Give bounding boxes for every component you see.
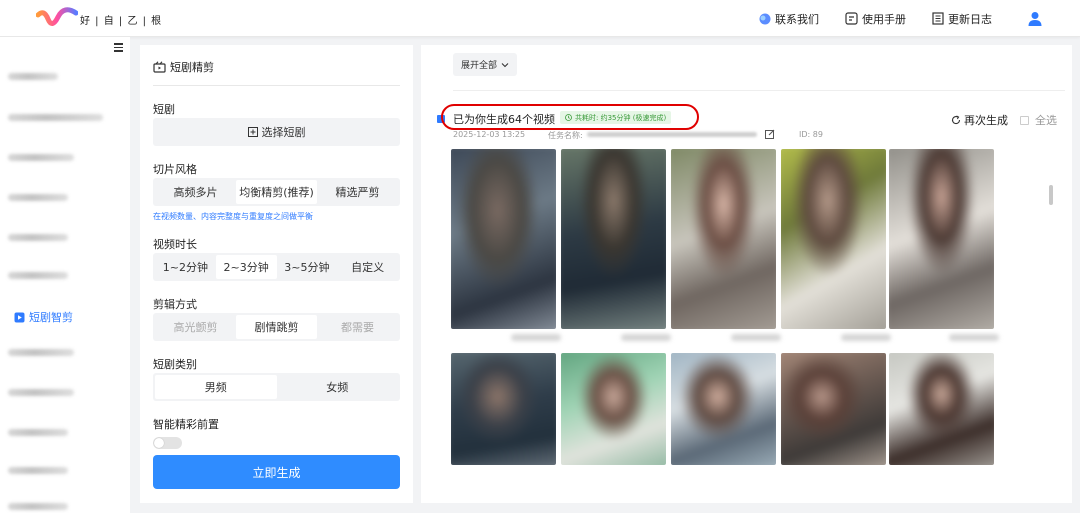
top-bar: 好 | 自 | 乙 | 根 联系我们 使用手册 更新日志 [0,0,1080,37]
sidebar-item-drama-smart-cut[interactable]: 短剧智剪 [14,309,73,325]
user-icon[interactable] [1028,11,1042,26]
select-drama-label: 选择短剧 [261,126,306,139]
top-nav: 联系我们 使用手册 更新日志 [733,0,1042,37]
select-all-label: 全选 [1035,114,1057,127]
duration-option-custom[interactable]: 自定义 [337,255,398,279]
style-option-balanced[interactable]: 均衡精剪(推荐) [236,180,317,204]
sidebar-item-blurred[interactable] [8,389,74,403]
logo-mark-icon [36,7,78,26]
thumbnail-caption-blurred [949,334,999,341]
sidebar-item-blurred[interactable] [8,154,74,168]
duration-label: 视频时长 [153,238,197,251]
category-label: 短剧类别 [153,358,197,371]
sidebar-item-blurred[interactable] [8,503,68,513]
expand-all-label: 展开全部 [460,61,497,71]
nav-contact-label: 联系我们 [775,12,819,26]
menu-toggle-icon[interactable] [114,43,123,52]
config-panel: 短剧精剪 短剧 选择短剧 切片风格 高频多片 均衡精剪(推荐) 精选严剪 在视频… [140,45,413,503]
duration-option-3-5[interactable]: 3~5分钟 [277,255,338,279]
sidebar-item-blurred[interactable] [8,194,68,208]
logo[interactable]: 好 | 自 | 乙 | 根 [36,7,162,31]
chevron-down-icon [501,62,509,68]
manual-icon [845,12,858,25]
video-thumbnail[interactable] [781,149,886,329]
changelog-icon [932,12,944,25]
duration-segmented: 1~2分钟 2~3分钟 3~5分钟 自定义 [153,253,400,281]
panel-divider [153,85,400,86]
drama-label: 短剧 [153,103,175,116]
video-thumbnail[interactable] [781,353,886,465]
category-option-male[interactable]: 男频 [155,375,277,399]
thumbnail-caption-blurred [841,334,891,341]
regenerate-label: 再次生成 [964,114,1008,127]
plus-square-icon [247,127,258,137]
category-option-female[interactable]: 女频 [277,375,399,399]
clip-editor-icon [153,61,166,73]
video-thumbnail[interactable] [561,149,666,329]
style-hint: 在视频数量、内容完整度与重复度之间做平衡 [153,212,313,221]
style-option-high-freq[interactable]: 高频多片 [155,180,236,204]
edit-icon[interactable] [765,129,775,139]
style-label: 切片风格 [153,163,197,176]
expand-all-button[interactable]: 展开全部 [453,53,517,76]
results-scrollbar[interactable] [1049,185,1053,205]
select-drama-button[interactable]: 选择短剧 [153,118,400,146]
sidebar-item-blurred[interactable] [8,73,58,87]
regenerate-button[interactable]: 再次生成 [951,112,1008,128]
chat-bubble-icon [759,13,771,25]
video-thumbnail[interactable] [451,353,556,465]
video-thumbnail[interactable] [889,353,994,465]
smart-label: 智能精彩前置 [153,418,219,431]
nav-contact-us[interactable]: 联系我们 [759,11,819,27]
generate-button[interactable]: 立即生成 [153,455,400,489]
style-option-strict[interactable]: 精选严剪 [317,180,398,204]
style-segmented: 高频多片 均衡精剪(推荐) 精选严剪 [153,178,400,206]
duration-option-1-2[interactable]: 1~2分钟 [155,255,216,279]
edit-option-both[interactable]: 都需要 [317,315,398,339]
results-divider [453,90,1065,91]
video-clip-icon [14,312,25,323]
results-panel: 展开全部 已为你生成64个视频 共耗时: 约35分钟 (极速完成) 2025-1… [421,45,1072,503]
panel-title-text: 短剧精剪 [170,61,214,74]
sidebar-active-label: 短剧智剪 [29,311,73,324]
sidebar-item-blurred[interactable] [8,429,68,443]
refresh-icon [951,115,961,125]
task-name-label: 任务名称: [548,131,583,140]
thumbnail-caption-blurred [511,334,561,341]
sidebar: 短剧智剪 [0,37,130,513]
result-id: ID: 89 [799,130,823,139]
thumbnail-caption-blurred [731,334,781,341]
nav-changelog[interactable]: 更新日志 [932,11,992,27]
edit-segmented: 高光颤剪 剧情跳剪 都需要 [153,313,400,341]
video-thumbnail[interactable] [561,353,666,465]
edit-option-plot-jump[interactable]: 剧情跳剪 [236,315,317,339]
video-thumbnail[interactable] [889,149,994,329]
sidebar-item-blurred[interactable] [8,467,68,481]
select-all-checkbox[interactable]: 全选 [1020,112,1057,128]
highlight-oval [441,104,699,130]
task-name-value-blurred [587,132,757,137]
sidebar-item-blurred[interactable] [8,349,74,363]
sidebar-item-blurred[interactable] [8,114,103,128]
video-thumbnail[interactable] [451,149,556,329]
category-segmented: 男频 女频 [153,373,400,401]
sidebar-item-blurred[interactable] [8,272,68,286]
smart-toggle[interactable] [153,437,182,449]
edit-option-highlight[interactable]: 高光颤剪 [155,315,236,339]
video-thumbnail[interactable] [671,353,776,465]
result-date: 2025-12-03 13:25 [453,130,526,139]
nav-manual-label: 使用手册 [862,12,906,26]
logo-text: 好 | 自 | 乙 | 根 [80,16,163,27]
nav-changelog-label: 更新日志 [948,12,992,26]
video-thumbnail[interactable] [671,149,776,329]
nav-user-manual[interactable]: 使用手册 [845,11,906,27]
sidebar-item-blurred[interactable] [8,234,68,248]
panel-title: 短剧精剪 [153,59,214,75]
edit-label: 剪辑方式 [153,298,197,311]
thumbnail-caption-blurred [621,334,671,341]
checkbox-box [1020,115,1029,125]
duration-option-2-3[interactable]: 2~3分钟 [215,255,277,279]
